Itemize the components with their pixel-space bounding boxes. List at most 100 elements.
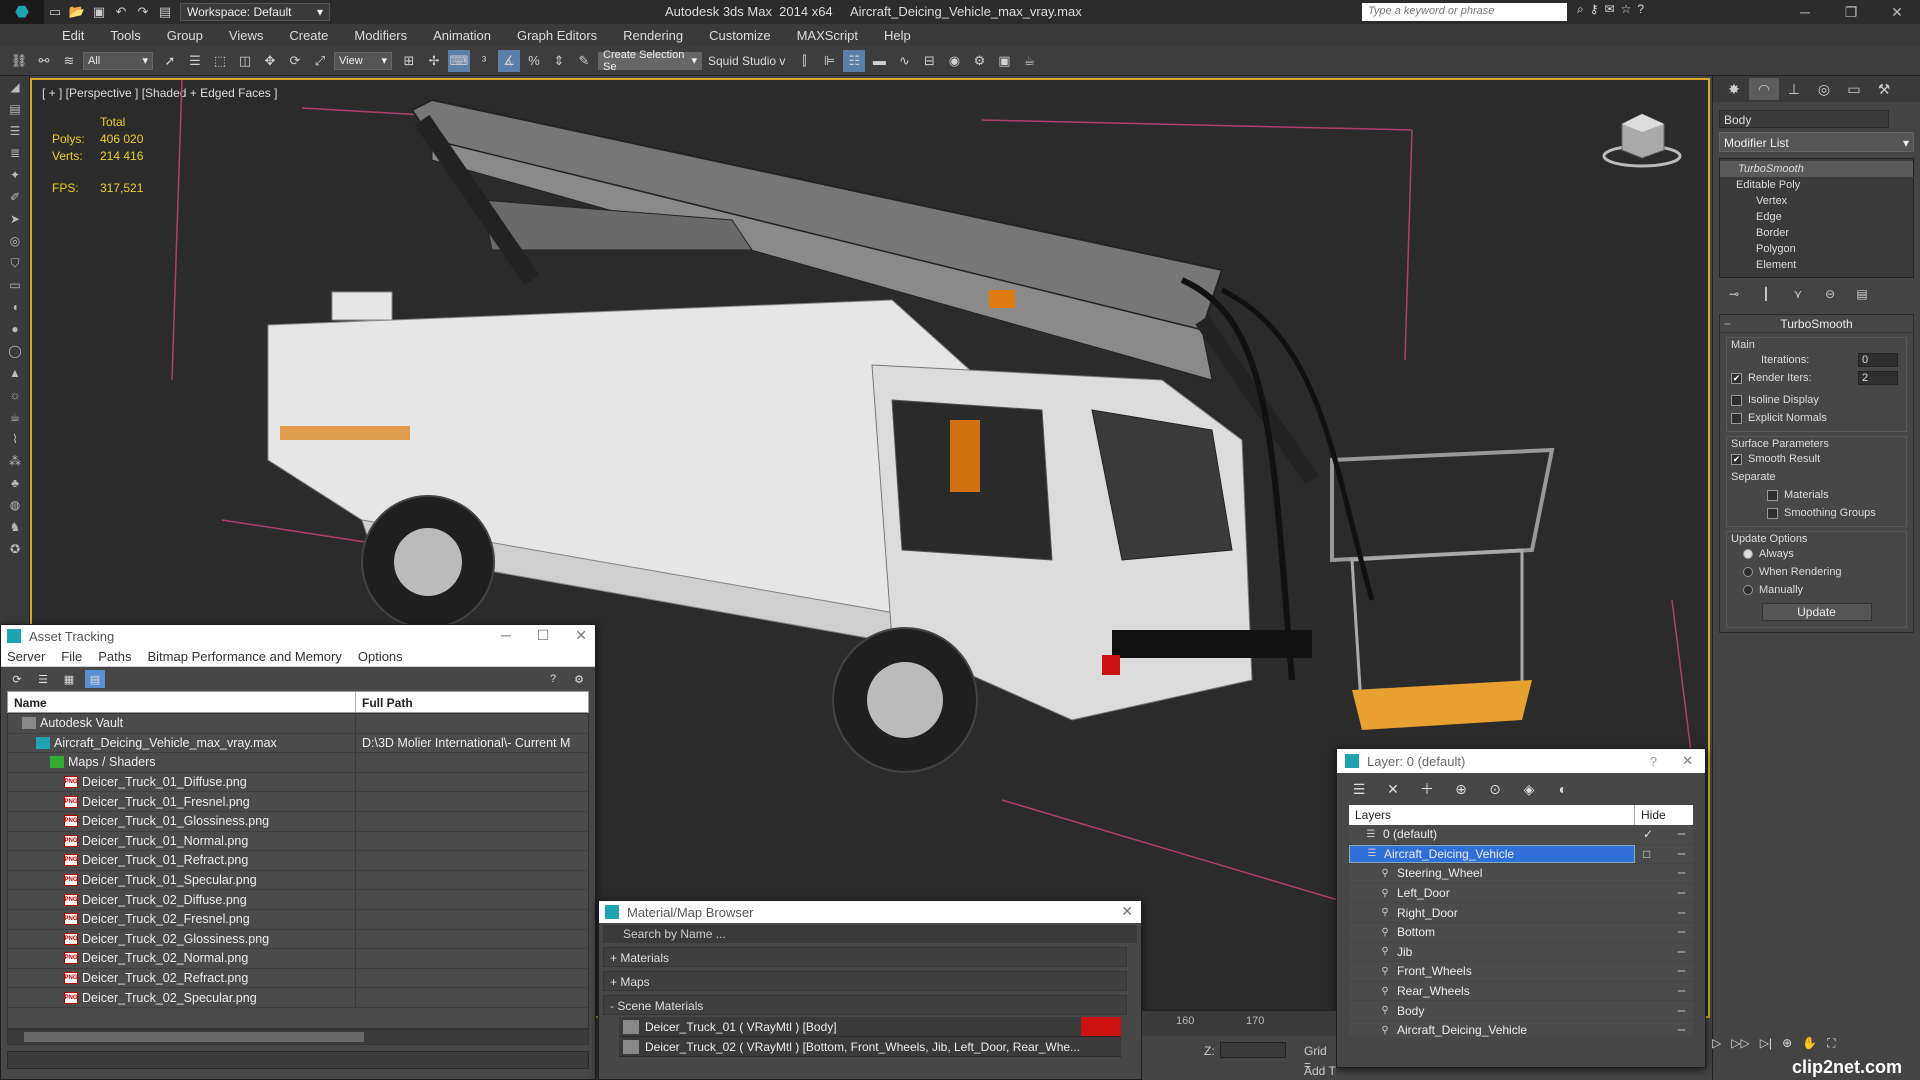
globe-icon[interactable]: ◍ — [0, 494, 30, 516]
scrollbar-thumb[interactable] — [24, 1032, 364, 1042]
material-item[interactable]: Deicer_Truck_02 ( VRayMtl ) [Bottom, Fro… — [619, 1037, 1121, 1057]
update-button[interactable]: Update — [1761, 603, 1872, 621]
spring-icon[interactable]: ⌇ — [0, 428, 30, 450]
asset-row[interactable]: PNG Deicer_Truck_01_Diffuse.png — [8, 772, 588, 793]
modifier-list-dropdown[interactable]: Modifier List ▾ — [1719, 132, 1914, 152]
hide-toggle[interactable]: ━ — [1678, 964, 1685, 978]
layer-explorer-icon[interactable]: ☷ — [843, 49, 866, 72]
hide-toggle[interactable]: ━ — [1678, 827, 1685, 841]
maximize-button[interactable]: ❐ — [1828, 0, 1874, 24]
align-icon[interactable]: ⊫ — [818, 50, 840, 72]
torus-icon[interactable]: ◯ — [0, 340, 30, 362]
snap-toggle-icon[interactable]: ³ — [473, 50, 495, 72]
menu-bitmap-performance[interactable]: Bitmap Performance and Memory — [148, 649, 342, 664]
brush-icon[interactable]: ✐ — [0, 186, 30, 208]
layer-row[interactable]: ⚲ Rear_Wheels ━ — [1349, 982, 1693, 1002]
open-file-icon[interactable]: 📂 — [66, 1, 88, 23]
stack-icon[interactable]: ≣ — [0, 142, 30, 164]
select-manipulate-icon[interactable]: ✢ — [423, 50, 445, 72]
curve-editor-icon[interactable]: ∿ — [893, 50, 915, 72]
when-rendering-radio[interactable] — [1743, 567, 1753, 577]
menu-views[interactable]: Views — [229, 28, 263, 43]
menu-paths[interactable]: Paths — [98, 649, 131, 664]
light-icon[interactable]: ✦ — [0, 164, 30, 186]
isoline-checkbox[interactable] — [1731, 394, 1742, 406]
mirror-icon[interactable]: ⫿ — [793, 50, 815, 72]
section-materials[interactable]: + Materials — [603, 947, 1127, 967]
material-browser-titlebar[interactable]: Material/Map Browser ✕ — [599, 901, 1141, 923]
smoothing-groups-checkbox[interactable] — [1767, 507, 1778, 519]
asset-row[interactable]: PNG Deicer_Truck_02_Normal.png — [8, 949, 588, 969]
layer-row[interactable]: ⚲ Steering_Wheel ━ — [1349, 864, 1693, 884]
sun-icon[interactable]: ☼ — [0, 384, 30, 406]
workspace-dropdown[interactable]: Workspace: Default ▾ — [180, 3, 330, 21]
asset-row[interactable]: Maps / Shaders — [8, 753, 588, 773]
menu-edit[interactable]: Edit — [62, 28, 84, 43]
menu-customize[interactable]: Customize — [709, 28, 770, 43]
menu-animation[interactable]: Animation — [433, 28, 491, 43]
z-coordinate-field[interactable] — [1220, 1042, 1286, 1058]
hide-toggle[interactable]: ━ — [1678, 984, 1685, 998]
layer-row[interactable]: ⚲ Bottom ━ — [1349, 923, 1693, 943]
teapot-icon[interactable]: ☕ — [0, 406, 30, 428]
rect-selection-icon[interactable]: ⬚ — [209, 50, 231, 72]
go-to-end-icon[interactable]: ▷| — [1760, 1036, 1772, 1050]
squid-studio-label[interactable]: Squid Studio v — [708, 54, 785, 68]
smooth-result-checkbox[interactable]: ✔ — [1731, 453, 1742, 465]
select-by-name-icon[interactable]: ☰ — [184, 50, 206, 72]
container-icon[interactable]: ▤ — [0, 98, 30, 120]
zoom-icon[interactable]: ⊕ — [1782, 1036, 1792, 1050]
col-hide[interactable]: Hide — [1635, 805, 1672, 825]
move-icon[interactable]: ✥ — [259, 50, 281, 72]
hide-toggle[interactable]: ━ — [1678, 906, 1685, 920]
object-name-field[interactable]: Body — [1719, 110, 1889, 128]
play-icon[interactable]: ▷ — [1712, 1036, 1721, 1050]
stack-turbosmooth[interactable]: TurboSmooth — [1720, 161, 1913, 177]
reference-coord-dropdown[interactable]: View ▾ — [334, 51, 392, 70]
asset-row[interactable]: PNG Deicer_Truck_02_Refract.png — [8, 968, 588, 989]
stack-vertex[interactable]: Vertex — [1720, 193, 1913, 209]
add-to-layer-icon[interactable]: ⊕ — [1451, 779, 1471, 799]
asset-tracking-titlebar[interactable]: Asset Tracking ─ ☐ ✕ — [1, 625, 595, 647]
create-tab-icon[interactable]: ✸ — [1719, 78, 1749, 100]
layer-row[interactable]: ⚲ Body ━ — [1349, 1001, 1693, 1021]
close-button[interactable]: ✕ — [575, 627, 587, 644]
unlink-icon[interactable]: ⚯ — [33, 50, 55, 72]
highlight-layer-icon[interactable]: ◈ — [1519, 779, 1539, 799]
settings-icon[interactable]: ⚙ — [569, 670, 589, 688]
asset-row[interactable]: PNG Deicer_Truck_02_Diffuse.png — [8, 890, 588, 910]
menu-group[interactable]: Group — [167, 28, 203, 43]
table-view-icon[interactable]: ▤ — [85, 670, 105, 688]
asset-row[interactable]: PNG Deicer_Truck_01_Refract.png — [8, 851, 588, 871]
material-search-input[interactable]: Search by Name ... — [603, 925, 1137, 943]
hide-all-icon[interactable]: ◐ — [1553, 779, 1573, 799]
menu-server[interactable]: Server — [7, 649, 45, 664]
asset-row[interactable]: PNG Deicer_Truck_01_Glossiness.png — [8, 811, 588, 832]
utilities-tab-icon[interactable]: ⚒ — [1869, 78, 1899, 100]
modify-tab-icon[interactable]: ◠ — [1749, 78, 1779, 100]
render-iters-checkbox[interactable]: ✔ — [1731, 372, 1742, 384]
layer-row[interactable]: ⚲ Front_Wheels ━ — [1349, 962, 1693, 982]
render-production-icon[interactable]: ☕ — [1018, 50, 1040, 72]
layer-row[interactable]: ☰ Aircraft_Deicing_Vehicle □ ━ — [1349, 844, 1693, 865]
menu-options[interactable]: Options — [358, 649, 403, 664]
camera-icon[interactable]: ◎ — [0, 230, 30, 252]
asset-row[interactable]: PNG Deicer_Truck_02_Glossiness.png — [8, 929, 588, 950]
viewcube-icon[interactable] — [1602, 110, 1682, 170]
col-layers[interactable]: Layers — [1349, 805, 1635, 825]
sculpt-icon[interactable]: ◢ — [0, 76, 30, 98]
undo-icon[interactable]: ↶ — [110, 1, 132, 23]
layer-row[interactable]: ☰ 0 (default) ✓ ━ — [1349, 825, 1693, 845]
asset-row[interactable]: PNG Deicer_Truck_01_Specular.png — [8, 870, 588, 891]
hide-toggle[interactable]: ━ — [1678, 866, 1685, 880]
list-view-icon[interactable]: ☰ — [33, 670, 53, 688]
make-unique-icon[interactable]: ⋎ — [1787, 284, 1809, 304]
hide-toggle[interactable]: ━ — [1678, 847, 1685, 861]
particle-icon[interactable]: ⁂ — [0, 450, 30, 472]
asset-row[interactable]: PNG Deicer_Truck_02_Specular.png — [8, 988, 588, 1008]
stack-edge[interactable]: Edge — [1720, 209, 1913, 225]
hide-toggle[interactable]: ━ — [1678, 1023, 1685, 1037]
pivot-center-icon[interactable]: ⊞ — [398, 50, 420, 72]
select-in-layer-icon[interactable]: ⊙ — [1485, 779, 1505, 799]
add-time-tag[interactable]: Add T — [1304, 1064, 1336, 1078]
